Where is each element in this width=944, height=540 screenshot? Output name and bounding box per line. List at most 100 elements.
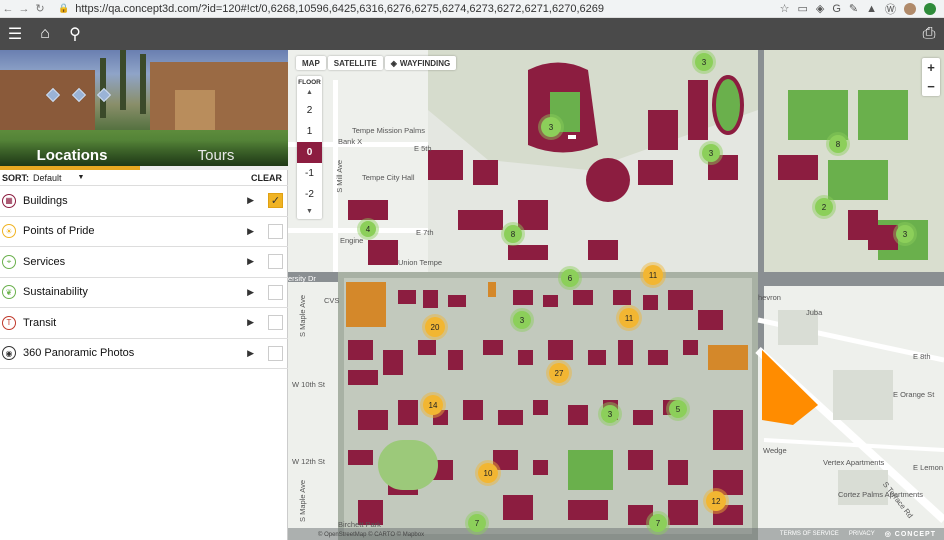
street-label: ersity Dr: [288, 274, 316, 283]
url-text: https://qa.concept3d.com/?id=120#!ct/0,6…: [75, 2, 604, 15]
category-checkbox[interactable]: [268, 315, 283, 331]
map-cluster-marker[interactable]: 3: [513, 311, 531, 329]
extension-green-icon[interactable]: [924, 2, 936, 15]
place-label: Tempe City Hall: [362, 173, 415, 182]
zoom-out-button[interactable]: −: [922, 77, 940, 96]
category-checkbox[interactable]: [268, 254, 283, 270]
transit-icon: T: [2, 315, 16, 330]
chevron-down-icon[interactable]: ▼: [78, 174, 85, 181]
place-label: Vertex Apartments: [823, 458, 885, 467]
privacy-link[interactable]: PRIVACY: [849, 531, 875, 537]
wayfinding-label: WAYFINDING: [399, 58, 451, 68]
map-cluster-marker[interactable]: 12: [706, 491, 726, 511]
place-label: CVS: [324, 296, 340, 305]
back-arrow-icon[interactable]: ←: [0, 3, 16, 15]
place-label: Wedge: [763, 446, 787, 455]
clear-button[interactable]: CLEAR: [251, 173, 282, 183]
floor-up-icon[interactable]: ▲: [297, 86, 322, 100]
floor-title: FLOOR: [298, 79, 321, 86]
sun-icon: ☀: [2, 224, 16, 239]
map-cluster-marker[interactable]: 3: [896, 225, 914, 243]
pen-icon[interactable]: ✎: [849, 2, 858, 15]
map-cluster-marker[interactable]: 3: [541, 117, 561, 137]
map-cluster-marker[interactable]: 7: [649, 514, 667, 532]
category-item-points-of-pride[interactable]: ☀ Points of Pride ▶: [0, 217, 288, 247]
map-cluster-marker[interactable]: 4: [360, 221, 376, 237]
floor-down-icon[interactable]: ▼: [297, 205, 322, 219]
map-cluster-marker[interactable]: 11: [619, 308, 639, 328]
star-icon[interactable]: ☆: [780, 2, 790, 15]
place-label: Juba: [806, 308, 823, 317]
sort-dropdown[interactable]: Default: [33, 173, 62, 183]
print-icon[interactable]: ⎙: [914, 18, 944, 50]
street-label: W 10th St: [292, 380, 325, 389]
street-label: S Maple Ave: [298, 295, 307, 337]
zoom-in-button[interactable]: +: [922, 58, 940, 77]
wordpress-icon[interactable]: Ⓦ: [885, 1, 896, 17]
leaf-icon: ❦: [2, 285, 16, 300]
chevron-right-icon[interactable]: ▶: [247, 287, 254, 298]
map-cluster-marker[interactable]: 8: [504, 225, 522, 243]
sort-label: SORT:: [2, 172, 29, 183]
wayfinding-button[interactable]: ◈ WAYFINDING: [384, 56, 457, 70]
floor-level-2[interactable]: 2: [297, 100, 322, 121]
place-label: Tempe Mission Palms: [352, 126, 425, 135]
extension-icon[interactable]: ◈: [816, 2, 824, 15]
google-icon[interactable]: G: [832, 3, 841, 15]
street-label: E 7th: [416, 228, 434, 237]
map-cluster-marker[interactable]: 2: [815, 198, 833, 216]
map-cluster-marker[interactable]: 6: [561, 269, 579, 287]
category-item-360-panoramic-photos[interactable]: ◉ 360 Panoramic Photos ▶: [0, 339, 288, 369]
floor-level-minus-2[interactable]: -2: [297, 184, 322, 205]
place-label: Union Tempe: [398, 258, 443, 267]
triangle-icon[interactable]: ▲: [866, 3, 877, 15]
campus-map[interactable]: MAP SATELLITE ◈ WAYFINDING FLOOR ▲ 2 1 0…: [288, 50, 944, 540]
forward-arrow-icon[interactable]: →: [16, 3, 32, 15]
map-cluster-marker[interactable]: 27: [549, 363, 569, 383]
chevron-right-icon[interactable]: ▶: [247, 256, 254, 267]
avatar[interactable]: [904, 2, 916, 15]
category-item-buildings[interactable]: ▦ Buildings ▶ ✓: [0, 186, 288, 217]
category-item-services[interactable]: ⌖ Services ▶: [0, 247, 288, 278]
map-cluster-marker[interactable]: 7: [468, 514, 486, 532]
category-checkbox[interactable]: [268, 345, 283, 361]
category-item-sustainability[interactable]: ❦ Sustainability ▶: [0, 278, 288, 308]
cast-icon[interactable]: ▭: [797, 2, 807, 15]
compass-icon: ◈: [390, 58, 397, 68]
map-cluster-marker[interactable]: 8: [829, 135, 847, 153]
floor-level-minus-1[interactable]: -1: [297, 163, 322, 184]
search-icon[interactable]: ⚲: [60, 18, 90, 50]
home-icon[interactable]: ⌂: [30, 18, 60, 50]
address-bar[interactable]: 🔒 https://qa.concept3d.com/?id=120#!ct/0…: [58, 3, 604, 15]
chevron-right-icon[interactable]: ▶: [247, 348, 254, 359]
map-cluster-marker[interactable]: 3: [702, 144, 720, 162]
category-checkbox[interactable]: [268, 284, 283, 300]
building-icon: ▦: [2, 193, 16, 208]
floor-level-1[interactable]: 1: [297, 121, 322, 142]
category-item-transit[interactable]: T Transit ▶: [0, 308, 288, 339]
terms-link[interactable]: TERMS OF SERVICE: [780, 531, 839, 537]
map-cluster-marker[interactable]: 14: [423, 395, 443, 415]
category-label: Services: [23, 255, 66, 268]
concept3d-logo: ◎ CONCEPT: [884, 531, 936, 538]
map-cluster-marker[interactable]: 11: [643, 265, 663, 285]
map-attribution[interactable]: © OpenStreetMap © CARTO © Mapbox: [318, 532, 424, 538]
map-cluster-marker[interactable]: 5: [669, 400, 687, 418]
street-label: E 5th: [414, 144, 432, 153]
map-mode-button[interactable]: MAP: [296, 56, 326, 70]
category-checkbox[interactable]: [268, 223, 283, 239]
satellite-mode-button[interactable]: SATELLITE: [327, 56, 383, 70]
chevron-right-icon[interactable]: ▶: [247, 195, 254, 206]
chevron-right-icon[interactable]: ▶: [247, 317, 254, 328]
menu-icon[interactable]: ☰: [0, 18, 30, 50]
map-cluster-marker[interactable]: 10: [478, 463, 498, 483]
map-cluster-marker[interactable]: 3: [601, 405, 619, 423]
category-checkbox[interactable]: ✓: [268, 193, 283, 209]
zoom-control: + −: [922, 58, 940, 96]
map-cluster-marker[interactable]: 3: [695, 53, 713, 71]
floor-level-0[interactable]: 0: [297, 142, 322, 163]
reload-icon[interactable]: ↻: [32, 2, 48, 15]
chevron-right-icon[interactable]: ▶: [247, 226, 254, 237]
map-mode-toggle: MAP SATELLITE ◈ WAYFINDING: [296, 56, 457, 70]
map-cluster-marker[interactable]: 20: [425, 317, 445, 337]
